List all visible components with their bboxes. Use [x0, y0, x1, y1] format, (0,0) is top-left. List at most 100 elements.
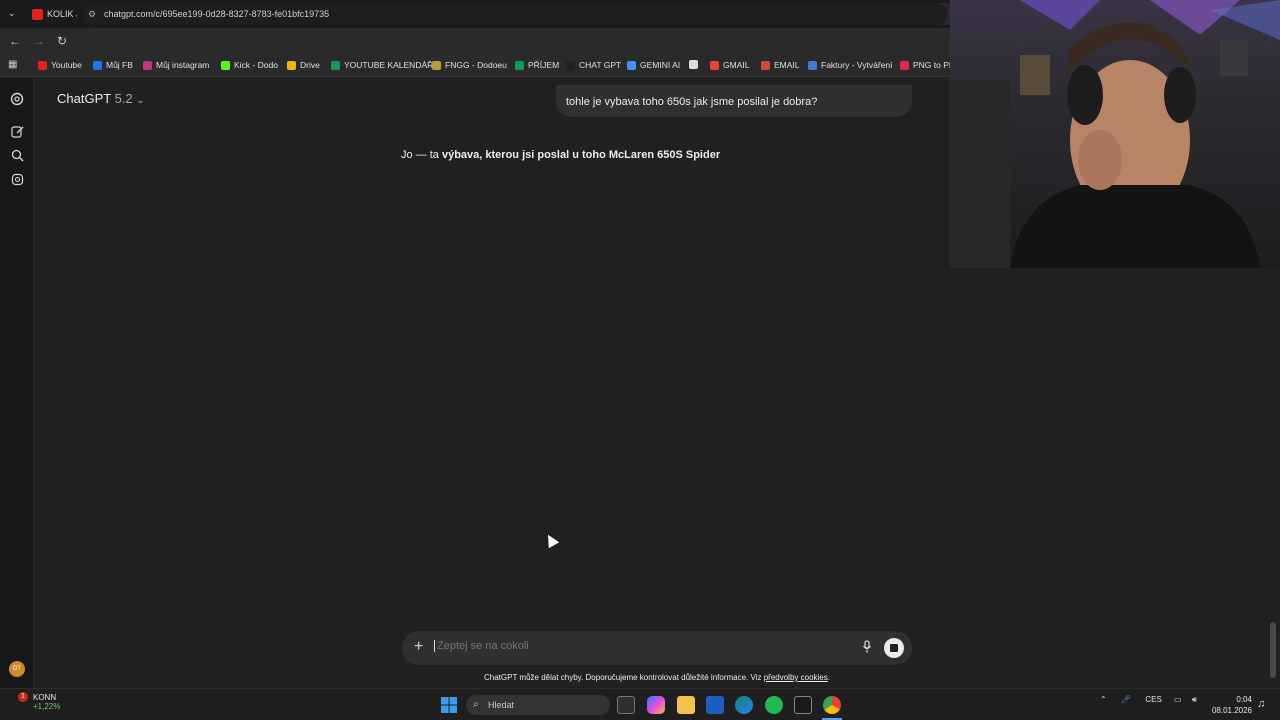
bookmark-item[interactable]: Faktury - Vytváření — [808, 60, 892, 70]
stock-widget[interactable]: 1 KONN +1,22% — [14, 692, 61, 711]
bookmark-label: GEMINI AI — [640, 60, 681, 70]
search-label: Hledat — [488, 700, 515, 710]
prompt-input[interactable] — [434, 640, 834, 652]
mouse-cursor — [542, 531, 560, 549]
bookmark-favicon-icon — [143, 60, 152, 70]
microphone-icon[interactable] — [862, 640, 872, 656]
input-language[interactable]: CES — [1145, 695, 1161, 704]
task-view-icon[interactable] — [617, 696, 635, 714]
bookmark-item[interactable]: Můj instagram — [143, 60, 209, 70]
bookmark-label: GMAIL — [723, 60, 750, 70]
bookmark-item[interactable]: CHAT GPT — [566, 60, 621, 70]
bookmark-item[interactable]: FNGG - Dodoeu — [432, 60, 507, 70]
windows-start-icon[interactable] — [440, 696, 458, 714]
user-message-text: tohle je vybava toho 650s jak jsme posil… — [566, 96, 818, 108]
chevron-down-icon: ⌄ — [136, 95, 145, 106]
bookmark-item[interactable]: Drive — [287, 60, 320, 70]
file-explorer-icon[interactable] — [677, 696, 695, 714]
taskbar-search[interactable]: ⌕ Hledat — [466, 695, 610, 715]
bookmark-label: Youtube — [51, 60, 82, 70]
notification-badge: 1 — [18, 692, 28, 702]
chrome-icon[interactable] — [823, 696, 841, 714]
model-selector[interactable]: ChatGPT 5.2 ⌄ — [57, 91, 145, 106]
notification-bell-icon[interactable]: ♫ — [1257, 698, 1265, 710]
bookmark-item[interactable]: EMAIL — [761, 60, 800, 70]
windows-taskbar: 1 KONN +1,22% ⌕ Hledat ⌃ 🎤︎ CES ▭ 🔊︎ 0:0… — [0, 688, 1280, 720]
back-icon[interactable]: ← — [9, 34, 21, 48]
system-tray: ⌃ 🎤︎ CES ▭ 🔊︎ — [1100, 695, 1197, 705]
bookmark-item[interactable]: Youtube — [38, 60, 82, 70]
system-clock[interactable]: 0:04 08.01.2026 — [1206, 694, 1252, 716]
tab-search-icon[interactable]: ⌄ — [8, 8, 16, 19]
bookmark-item[interactable]: PNG to PD — [900, 60, 955, 70]
bookmark-item[interactable]: GEMINI AI — [627, 60, 680, 70]
message-composer: + — [402, 631, 912, 665]
stock-title: KONN — [33, 693, 57, 702]
webcam-overlay — [950, 0, 1280, 268]
user-message-bubble: tohle je vybava toho 650s jak jsme posil… — [556, 85, 912, 117]
scrollbar[interactable] — [1270, 622, 1276, 678]
volume-icon[interactable]: 🔊︎ — [1192, 695, 1197, 704]
bookmark-favicon-icon — [432, 60, 441, 70]
bookmark-favicon-icon — [38, 60, 47, 70]
bookmark-item[interactable]: Můj FB — [93, 60, 133, 70]
tab-favicon-icon — [32, 8, 43, 20]
stock-change: +1,22% — [33, 702, 61, 711]
copilot-icon[interactable] — [647, 696, 665, 714]
bookmark-label: Můj FB — [106, 60, 133, 70]
bookmark-label: PŘÍJEM — [528, 60, 560, 70]
search-icon: ⌕ — [473, 699, 479, 710]
chatgpt-sidebar — [0, 78, 34, 688]
terminal-icon[interactable] — [794, 696, 812, 714]
tray-overflow-icon[interactable]: ⌃ — [1100, 695, 1107, 704]
bookmark-favicon-icon — [93, 60, 102, 70]
assistant-message: Jo — ta výbava, kterou jsi poslal u toho… — [401, 149, 720, 161]
forward-icon[interactable]: → — [33, 34, 45, 48]
cookie-preferences-link[interactable]: předvolby cookies — [764, 673, 828, 682]
reload-icon[interactable]: ↻ — [57, 34, 67, 48]
bookmark-label: Faktury - Vytváření — [821, 60, 893, 70]
address-bar-area — [0, 28, 950, 56]
assistant-message-bold: výbava, kterou jsi poslal u toho McLaren… — [441, 149, 721, 161]
site-info-icon[interactable]: ⚙ — [88, 3, 96, 25]
add-attachment-icon[interactable]: + — [414, 638, 423, 656]
spotify-icon[interactable] — [765, 696, 783, 714]
disclaimer-end: . — [827, 673, 830, 682]
bookmark-item[interactable] — [689, 60, 702, 69]
library-icon[interactable] — [10, 173, 24, 187]
url-field[interactable]: ⚙ chatgpt.com/c/695ee199-0d28-8327-8783-… — [82, 3, 948, 25]
bookmark-item[interactable]: GMAIL — [710, 60, 749, 70]
model-version: 5.2 — [114, 91, 133, 106]
bookmark-label: Můj instagram — [156, 60, 210, 70]
bookmark-favicon-icon — [627, 60, 636, 70]
bookmark-item[interactable]: Kick - Dodo — [221, 60, 278, 70]
stop-icon — [890, 644, 898, 652]
user-avatar[interactable]: DT — [9, 661, 25, 677]
mic-tray-icon[interactable]: 🎤︎ — [1121, 695, 1131, 704]
bookmark-favicon-icon — [287, 60, 296, 70]
stop-generating-button[interactable] — [884, 638, 904, 658]
bookmark-label: YOUTUBE KALENDÁŘ — [344, 60, 434, 70]
outlook-icon[interactable] — [706, 696, 724, 714]
bookmark-favicon-icon — [761, 60, 770, 70]
new-chat-icon[interactable] — [10, 125, 24, 139]
bookmark-favicon-icon — [689, 60, 698, 69]
url-text: chatgpt.com/c/695ee199-0d28-8327-8783-fe… — [104, 9, 330, 19]
bookmark-favicon-icon — [221, 60, 230, 70]
search-chats-icon[interactable] — [10, 149, 24, 163]
apps-grid-icon[interactable]: ▦ — [8, 59, 17, 70]
bookmark-favicon-icon — [808, 60, 817, 70]
bookmark-favicon-icon — [566, 60, 575, 70]
edge-icon[interactable] — [735, 696, 753, 714]
network-icon[interactable]: ▭ — [1174, 695, 1182, 704]
tab-title: KOLIK J — [47, 9, 77, 19]
openai-logo-icon[interactable] — [10, 92, 24, 106]
bookmark-item[interactable]: YOUTUBE KALENDÁŘ — [331, 60, 433, 70]
bookmark-favicon-icon — [331, 60, 340, 70]
disclaimer: ChatGPT může dělat chyby. Doporučujeme k… — [402, 673, 912, 682]
disclaimer-text: ChatGPT může dělat chyby. Doporučujeme k… — [484, 673, 764, 682]
bookmark-item[interactable]: PŘÍJEM — [515, 60, 559, 70]
bookmark-label: CHAT GPT — [579, 60, 622, 70]
bookmark-label: FNGG - Dodoeu — [445, 60, 507, 70]
bookmark-label: PNG to PD — [913, 60, 956, 70]
